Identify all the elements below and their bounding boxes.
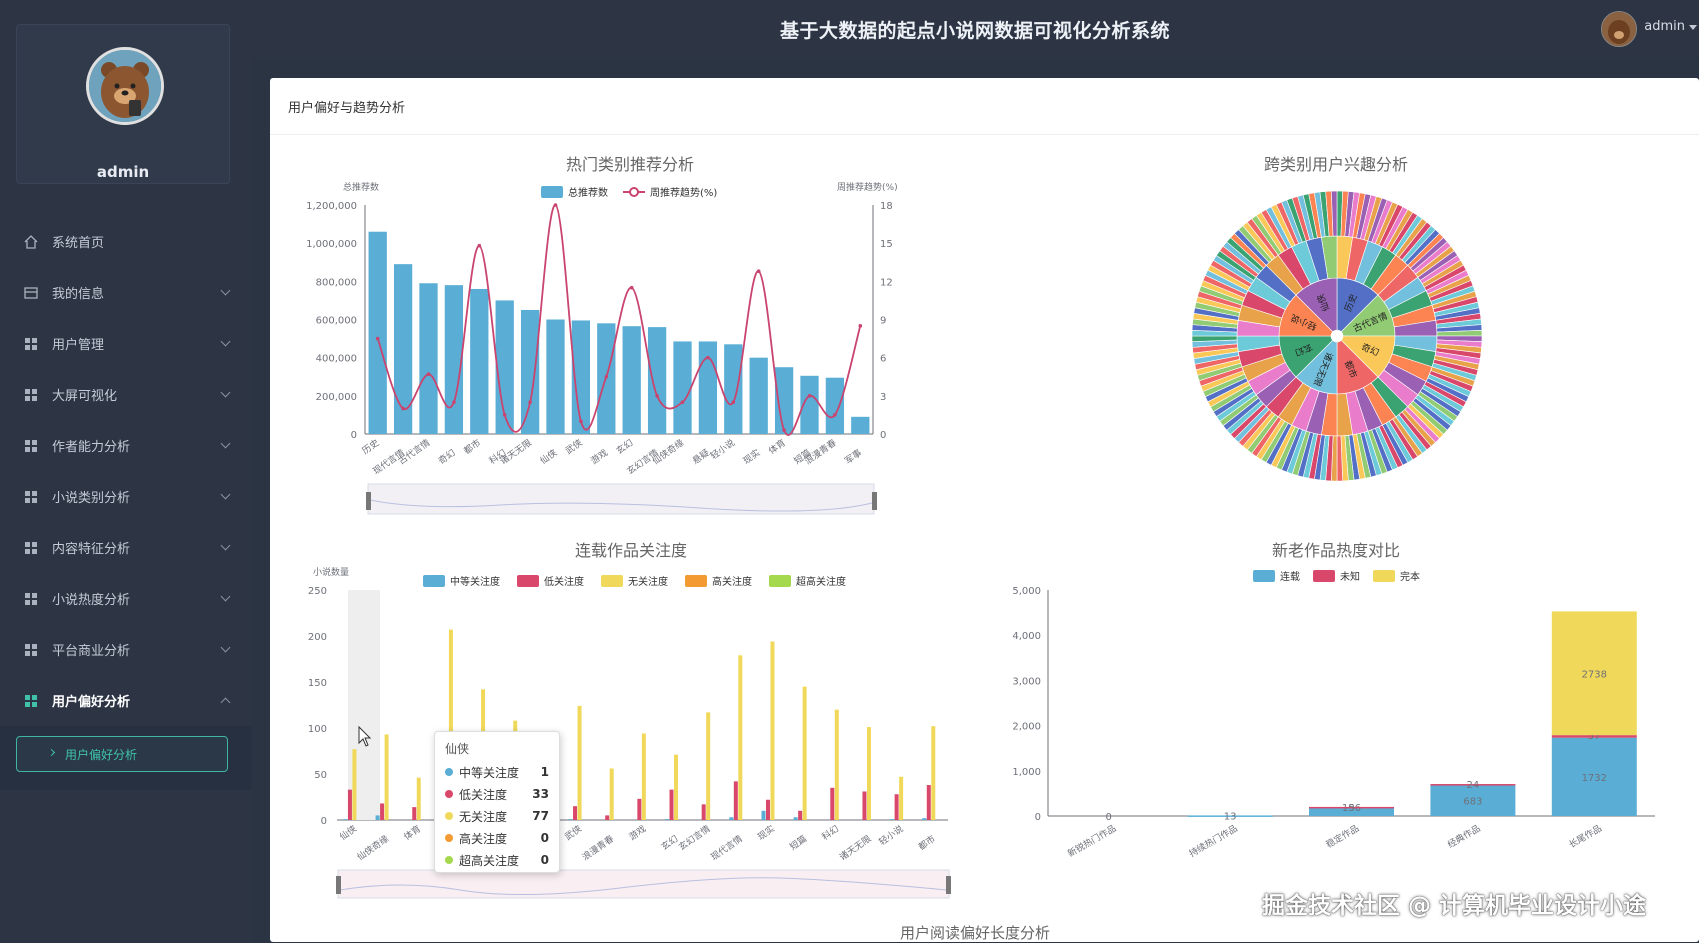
tooltip-series-value: 1 <box>540 765 549 779</box>
series-dot-icon <box>445 812 453 820</box>
series-dot-icon <box>445 768 453 776</box>
y-tick-label: 5,000 <box>1012 586 1041 597</box>
legend-swatch <box>1313 570 1335 582</box>
tooltip-series-name: 低关注度 <box>459 787 508 802</box>
legend-label: 未知 <box>1340 570 1360 583</box>
new-old-compare-chart: 连载 未知 完本01,0002,0003,0004,0005,0000新锐热门作品1… <box>1012 570 1655 860</box>
legend-swatch <box>1373 570 1395 582</box>
bar-label: 13 <box>1224 811 1237 822</box>
tooltip-row: 无关注度 77 <box>445 805 549 827</box>
series-dot-icon <box>445 790 453 798</box>
tooltip-series-value: 77 <box>532 809 549 823</box>
y-tick-label: 2,000 <box>1012 722 1041 733</box>
tooltip-series-value: 0 <box>540 853 549 867</box>
tooltip-series-name: 中等关注度 <box>459 765 520 780</box>
y-tick-label: 1,000 <box>1012 767 1041 778</box>
bar-label: 24 <box>1467 780 1480 791</box>
chart-tooltip: 仙侠 中等关注度 1 低关注度 33 无关注度 77 高关注度 0 超高关注度 0 <box>434 731 560 873</box>
bar-label: 0 <box>1106 812 1112 823</box>
x-tick-label: 新锐热门作品 <box>1065 822 1118 859</box>
legend-label: 完本 <box>1400 570 1420 583</box>
tooltip-row: 低关注度 33 <box>445 783 549 805</box>
tooltip-row: 高关注度 0 <box>445 827 549 849</box>
x-tick-label: 稳定作品 <box>1324 822 1361 850</box>
tooltip-series-value: 33 <box>532 787 549 801</box>
bar-label: 2738 <box>1582 669 1607 680</box>
legend-label: 连载 <box>1280 570 1300 583</box>
tooltip-series-name: 高关注度 <box>459 831 508 846</box>
watermark: 掘金技术社区 @ 计算机毕业设计小途 <box>1262 893 1647 919</box>
tooltip-series-value: 0 <box>540 831 549 845</box>
y-tick-label: 3,000 <box>1012 676 1041 687</box>
y-tick-label: 0 <box>1035 812 1041 823</box>
x-tick-label: 持续热门作品 <box>1187 822 1240 859</box>
chart5-title: 用户阅读偏好长度分析 <box>900 924 1051 942</box>
tooltip-row: 超高关注度 0 <box>445 849 549 871</box>
tooltip-series-name: 超高关注度 <box>459 853 520 868</box>
tooltip-row: 中等关注度 1 <box>445 761 549 783</box>
y-tick-label: 4,000 <box>1012 631 1041 642</box>
x-tick-label: 长尾作品 <box>1567 822 1604 850</box>
series-dot-icon <box>445 834 453 842</box>
legend-swatch <box>1253 570 1275 582</box>
bar-label: 5 <box>1348 803 1354 814</box>
bar-label: 1732 <box>1582 773 1607 784</box>
x-tick-label: 经典作品 <box>1445 822 1482 850</box>
bar-label: 683 <box>1463 797 1482 808</box>
series-dot-icon <box>445 856 453 864</box>
tooltip-title: 仙侠 <box>445 742 470 756</box>
tooltip-series-name: 无关注度 <box>459 809 508 824</box>
